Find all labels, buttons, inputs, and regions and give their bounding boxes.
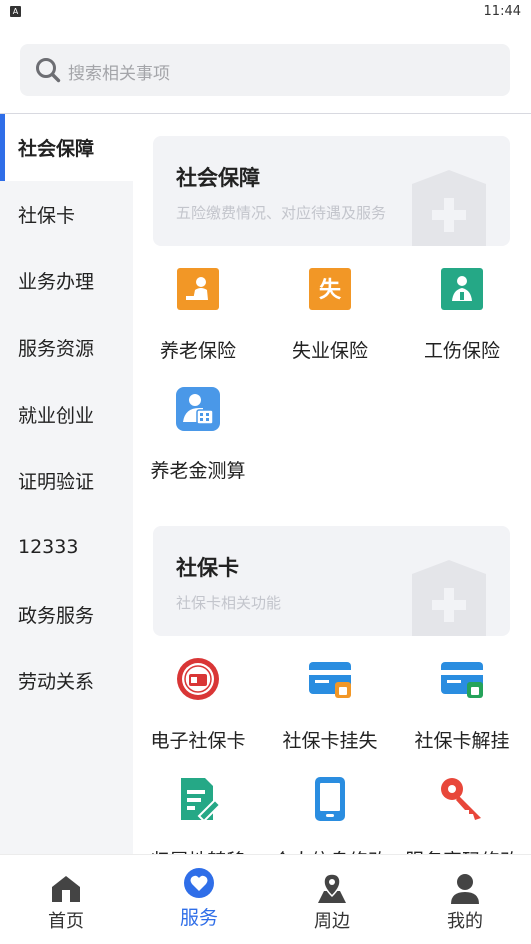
bottom-tab-bar: 首页 服务 周边 我的 [0,854,531,944]
service-unemployment[interactable]: 失 失业保险 [266,266,394,363]
tab-nearby[interactable]: 周边 [266,855,398,944]
nearby-map-icon [318,873,346,903]
sidebar-item-social-security[interactable]: 社会保障 [0,114,133,181]
profile-icon [451,874,479,904]
service-label: 电子社保卡 [150,730,246,752]
shield-plus-icon [412,560,486,636]
search-icon [36,58,61,83]
service-edit-personal-info[interactable]: 个人信息修改 [266,776,394,854]
service-pension[interactable]: 养老保险 [134,266,262,363]
tab-label: 周边 [314,911,350,932]
sidebar-item-label: 业务办理 [18,271,95,294]
svg-text:失: 失 [319,278,342,303]
service-label: 社保卡解挂 [414,730,510,752]
service-e-social-card[interactable]: 电子社保卡 [134,656,262,753]
tab-label: 我的 [447,911,483,932]
sidebar-item-labor-relations[interactable]: 劳动关系 [0,648,133,715]
section-title: 社会保障 [176,166,260,190]
search-header: 搜索相关事项 [0,24,531,114]
service-card-unlock[interactable]: 社保卡解挂 [398,656,526,753]
notification-icon: A [10,6,21,17]
service-content: 社会保障 五险缴费情况、对应待遇及服务 养老保险 失 失业保险 工伤保险 养老金… [133,114,531,854]
service-label: 养老金测算 [150,460,246,482]
service-card-report-loss[interactable]: 社保卡挂失 [266,656,394,753]
service-label: 养老保险 [159,340,236,362]
sidebar-item-employment[interactable]: 就业创业 [0,381,133,448]
service-pension-calculator[interactable]: 养老金测算 [134,386,262,483]
service-label: 社保卡挂失 [282,730,378,752]
sidebar-item-business[interactable]: 业务办理 [0,247,133,314]
section-subtitle: 社保卡相关功能 [176,594,282,612]
service-injury-insurance[interactable]: 工伤保险 [398,266,526,363]
pension-calculator-icon [176,387,220,431]
sidebar-item-label: 证明验证 [18,471,95,494]
service-change-password[interactable]: 服务密码修改 [398,776,526,854]
service-label: 失业保险 [291,340,368,362]
card-unlock-icon [441,662,483,698]
card-report-loss-icon [309,662,351,698]
section-title: 社保卡 [176,556,239,580]
section-banner-social-card: 社保卡 社保卡相关功能 [153,526,510,636]
sidebar-item-government[interactable]: 政务服务 [0,581,133,648]
sidebar-item-label: 服务资源 [18,337,95,360]
search-input[interactable]: 搜索相关事项 [20,44,510,96]
e-social-card-icon [177,658,219,700]
sidebar-item-label: 社保卡 [18,204,76,227]
sidebar-item-label: 社会保障 [18,137,95,160]
search-placeholder: 搜索相关事项 [68,64,170,84]
sidebar-item-social-card[interactable]: 社保卡 [0,181,133,248]
edit-personal-info-icon [315,777,345,821]
status-bar: A 11:44 [0,0,531,24]
sidebar-item-label: 就业创业 [18,404,95,427]
pension-icon [177,268,219,310]
shield-plus-icon [412,170,486,246]
service-transfer-location[interactable]: 归属地转移 [134,776,262,854]
service-label: 个人信息修改 [266,846,394,854]
tab-profile[interactable]: 我的 [399,855,531,944]
unemployment-icon: 失 [309,268,351,310]
section-banner-social-security: 社会保障 五险缴费情况、对应待遇及服务 [153,136,510,246]
sidebar-item-label: 政务服务 [18,604,95,627]
sidebar-item-label: 12333 [18,536,79,559]
tab-service[interactable]: 服务 [133,855,265,944]
category-sidebar: 社会保障 社保卡 业务办理 服务资源 就业创业 证明验证 12333 政务服务 … [0,114,133,854]
sidebar-item-certificate[interactable]: 证明验证 [0,447,133,514]
service-heart-icon [184,868,214,898]
home-icon [52,876,80,902]
status-time: 11:44 [483,4,521,19]
section-subtitle: 五险缴费情况、对应待遇及服务 [176,204,387,222]
transfer-location-icon [181,778,222,823]
service-label: 服务密码修改 [398,846,526,854]
injury-insurance-icon [441,268,483,310]
sidebar-item-label: 劳动关系 [18,671,95,694]
service-label: 工伤保险 [423,340,500,362]
tab-home[interactable]: 首页 [0,855,132,944]
service-label: 归属地转移 [134,846,262,854]
tab-label: 服务 [179,907,218,929]
change-password-icon [441,778,481,820]
sidebar-item-service-resources[interactable]: 服务资源 [0,314,133,381]
tab-label: 首页 [48,911,84,932]
sidebar-item-12333[interactable]: 12333 [0,514,133,581]
